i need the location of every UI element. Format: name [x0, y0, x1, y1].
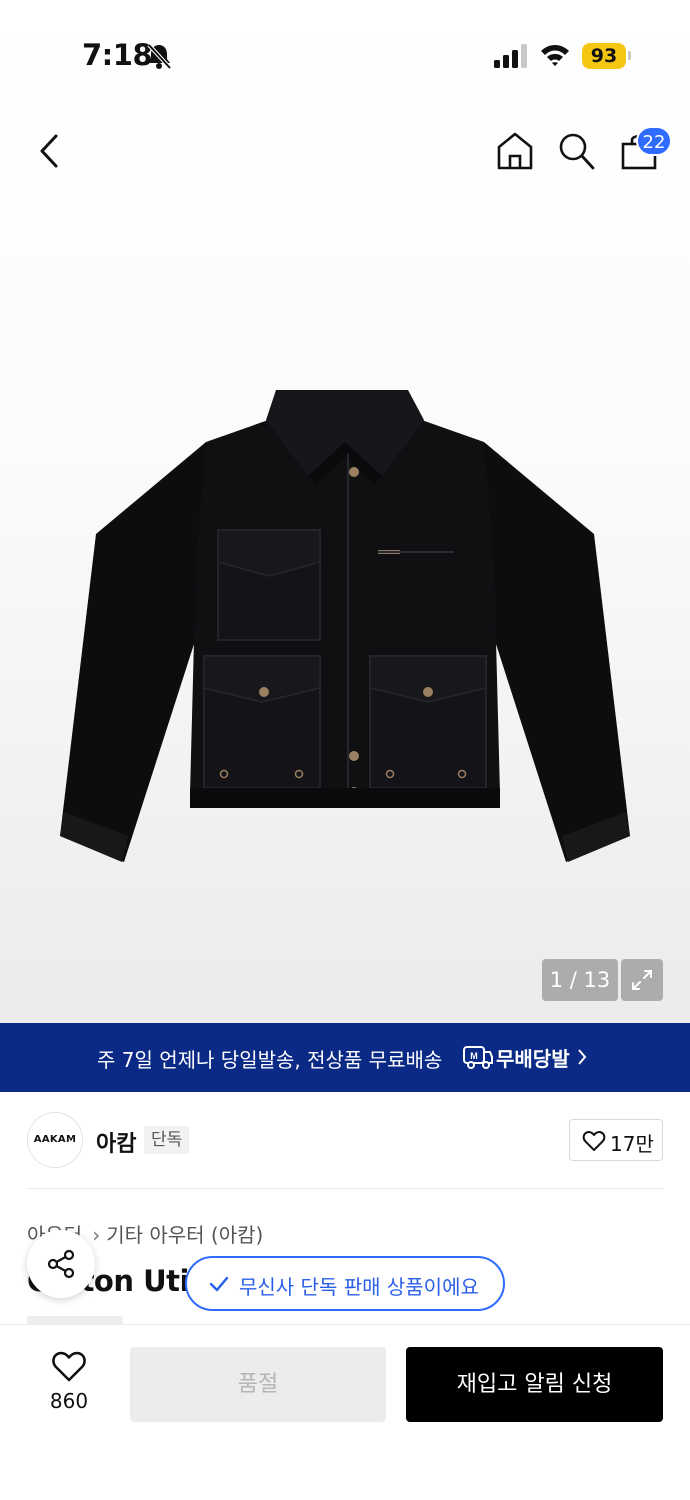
wifi-icon [541, 45, 569, 66]
bottom-action-bar: 860 품절 재입고 알림 신청 [0, 1324, 690, 1500]
exclusive-notice-pill: 무신사 단독 판매 상품이에요 [185, 1256, 505, 1311]
brand-like-button[interactable]: 17만 [569, 1119, 663, 1161]
promo-brand: 무배당발 [496, 1047, 570, 1071]
restock-alert-button[interactable]: 재입고 알림 신청 [406, 1347, 663, 1422]
promo-banner[interactable]: 주 7일 언제나 당일발송, 전상품 무료배송 M 무배당발 [0, 1023, 690, 1092]
wish-count: 860 [49, 1389, 89, 1413]
product-image-jacket [60, 390, 630, 862]
divider [27, 1188, 663, 1189]
share-icon [47, 1249, 75, 1279]
chevron-right-icon: › [92, 1223, 101, 1247]
share-button[interactable] [27, 1230, 95, 1298]
soldout-button[interactable]: 품절 [130, 1347, 386, 1422]
chevron-right-icon [578, 1049, 587, 1065]
home-icon[interactable] [494, 130, 536, 172]
brand-logo[interactable]: AAKAM [27, 1112, 83, 1168]
check-icon [209, 1276, 229, 1292]
image-counter: 1 / 13 [542, 959, 618, 1001]
battery-level: 93 [582, 43, 626, 69]
brand-like-count: 17만 [610, 1132, 654, 1156]
bell-slash-icon [147, 43, 172, 70]
search-icon[interactable] [556, 130, 596, 172]
expand-icon[interactable] [621, 959, 663, 1001]
wishlist-button[interactable]: 860 [30, 1349, 108, 1419]
status-time: 7:18 [82, 38, 153, 72]
svg-text:M: M [470, 1051, 478, 1061]
delivery-truck-icon: M [463, 1046, 493, 1069]
promo-text: 주 7일 언제나 당일발송, 전상품 무료배송 [97, 1048, 443, 1072]
battery-tip [628, 51, 631, 60]
brand-name[interactable]: 아캄 [96, 1126, 136, 1158]
status-bar: 7:18 93 [0, 0, 690, 100]
exclusive-notice-text: 무신사 단독 판매 상품이에요 [239, 1275, 479, 1299]
cart-count-badge: 22 [636, 126, 672, 156]
signal-icon [494, 44, 527, 68]
heart-icon [52, 1351, 86, 1382]
heart-icon [582, 1131, 606, 1151]
back-arrow-icon[interactable] [30, 128, 70, 174]
breadcrumb-level2[interactable]: 기타 아우터 (아캄) [106, 1223, 263, 1247]
exclusive-tag: 단독 [144, 1126, 190, 1154]
